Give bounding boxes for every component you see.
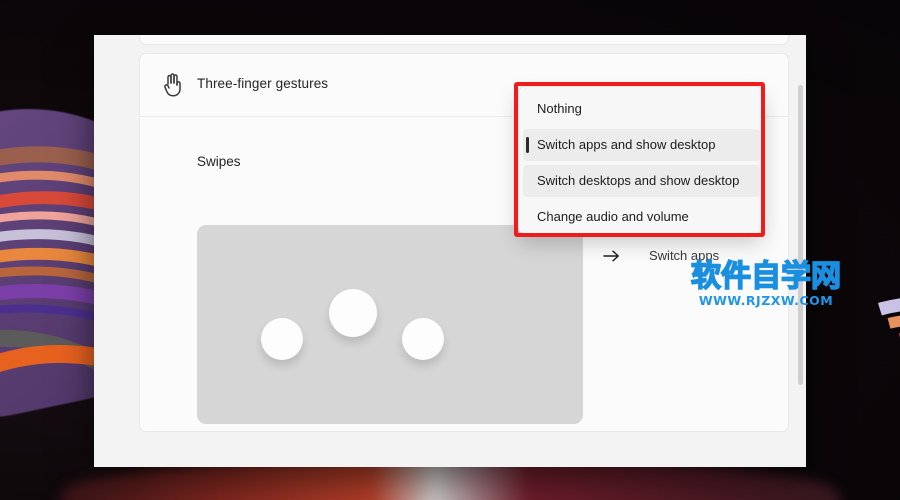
finger-dot-center (329, 289, 377, 337)
flyout-option-label: Change audio and volume (537, 209, 689, 224)
finger-dot-right (402, 318, 444, 360)
finger-dot-left (261, 318, 303, 360)
selection-indicator (526, 137, 529, 153)
flyout-option-change-audio-volume[interactable]: Change audio and volume (523, 201, 760, 233)
swipes-label: Swipes (197, 154, 241, 169)
touchpad-illustration (197, 225, 583, 424)
scrollbar-thumb[interactable] (798, 85, 803, 385)
flyout-option-switch-desktops-show-desktop[interactable]: Switch desktops and show desktop (523, 165, 760, 197)
flyout-option-nothing[interactable]: Nothing (523, 93, 760, 125)
flyout-option-label: Nothing (537, 101, 582, 116)
flyout-option-label: Switch desktops and show desktop (537, 173, 740, 188)
section-title: Three-finger gestures (197, 76, 329, 91)
screen: Three-finger gestures Swipes Switch apps… (0, 0, 900, 500)
arrow-right-icon (601, 245, 621, 267)
swipe-action-label: Switch apps (649, 248, 720, 263)
previous-setting-card[interactable] (139, 35, 789, 45)
flyout-option-label: Switch apps and show desktop (537, 137, 716, 152)
flyout-option-switch-apps-show-desktop[interactable]: Switch apps and show desktop (523, 129, 760, 161)
gesture-options-flyout[interactable]: Nothing Switch apps and show desktop Swi… (518, 86, 763, 234)
three-finger-hand-icon (161, 72, 185, 98)
